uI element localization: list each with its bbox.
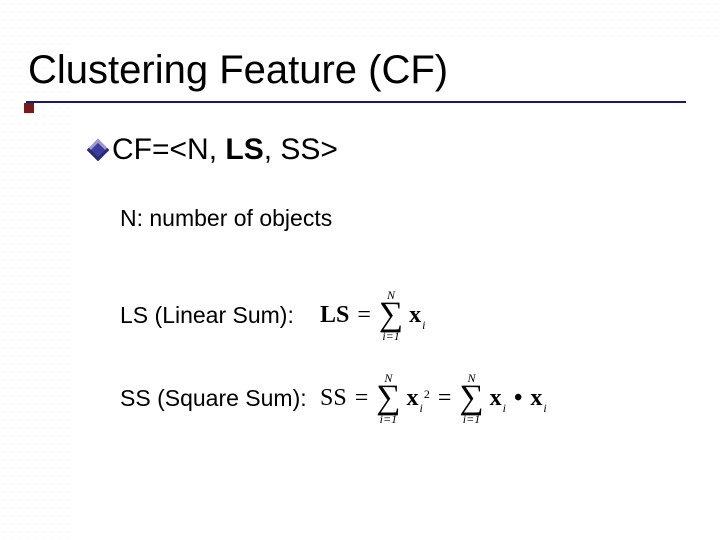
equals-icon: =: [436, 385, 454, 412]
formula-ss: SS = N ∑ i=1 x i 2 = N ∑ i=1: [320, 372, 547, 425]
ss-term3-base: x: [530, 385, 542, 412]
ss-term1-base: x: [407, 385, 419, 412]
ss-term-squared: x i 2: [407, 385, 430, 412]
ss-term1-sup: 2: [424, 387, 430, 402]
cf-bold: LS: [225, 133, 263, 166]
cf-prefix: CF=<N,: [112, 133, 225, 166]
ss-term3: x i: [530, 385, 546, 412]
formula-ls: LS = N ∑ i=1 x i: [320, 289, 426, 342]
ss-lhs: SS: [320, 385, 347, 412]
sigma-icon: N ∑ i=1: [459, 372, 483, 425]
ls-lhs: LS: [320, 302, 349, 329]
sigma-lower-2: i=1: [463, 413, 480, 425]
sigma-icon: N ∑ i=1: [379, 289, 403, 342]
ls-term-base: x: [409, 302, 421, 329]
ls-term-sub: i: [422, 318, 425, 333]
equals-icon: =: [355, 302, 373, 329]
equals-icon: =: [353, 385, 371, 412]
ls-rest: (Linear Sum):: [148, 302, 294, 328]
slide-body: CF=<N, LS, SS> N: number of objects LS (…: [28, 103, 720, 425]
definition-ls-label: LS (Linear Sum):: [120, 302, 320, 329]
definition-n: N: number of objects: [120, 203, 720, 233]
definition-ss-row: SS (Square Sum): SS = N ∑ i=1 x i 2 = N: [120, 372, 720, 425]
bullet-cf-definition: CF=<N, LS, SS>: [90, 133, 720, 167]
definition-n-text: N: number of objects: [120, 205, 332, 232]
sigma-symbol-icon: ∑: [379, 301, 403, 330]
sigma-symbol-icon: ∑: [376, 384, 400, 413]
ss-term1-sub: i: [420, 401, 423, 416]
sigma-lower: i=1: [380, 413, 397, 425]
ss-term2-sub: i: [503, 401, 506, 416]
definition-ls-row: LS (Linear Sum): LS = N ∑ i=1 x i: [120, 289, 720, 342]
dot-operator-icon: •: [512, 385, 524, 412]
diamond-bullet-icon: [87, 139, 110, 162]
ss-text: SS (Square Sum):: [120, 385, 307, 411]
ss-term3-sub: i: [543, 401, 546, 416]
ss-term2: x i: [490, 385, 506, 412]
cf-suffix: , SS>: [264, 133, 338, 166]
sigma-icon: N ∑ i=1: [376, 372, 400, 425]
cf-line: CF=<N, LS, SS>: [112, 133, 338, 167]
definition-ss-label: SS (Square Sum):: [120, 385, 320, 412]
sigma-symbol-icon: ∑: [459, 384, 483, 413]
slide: Clustering Feature (CF) CF=<N, LS, SS> N…: [0, 0, 720, 540]
title-underline: [26, 101, 686, 103]
ls-bold: LS: [120, 302, 148, 328]
slide-title: Clustering Feature (CF): [28, 48, 720, 93]
ls-term: x i: [409, 302, 425, 329]
sigma-lower: i=1: [382, 330, 399, 342]
ss-term2-base: x: [490, 385, 502, 412]
